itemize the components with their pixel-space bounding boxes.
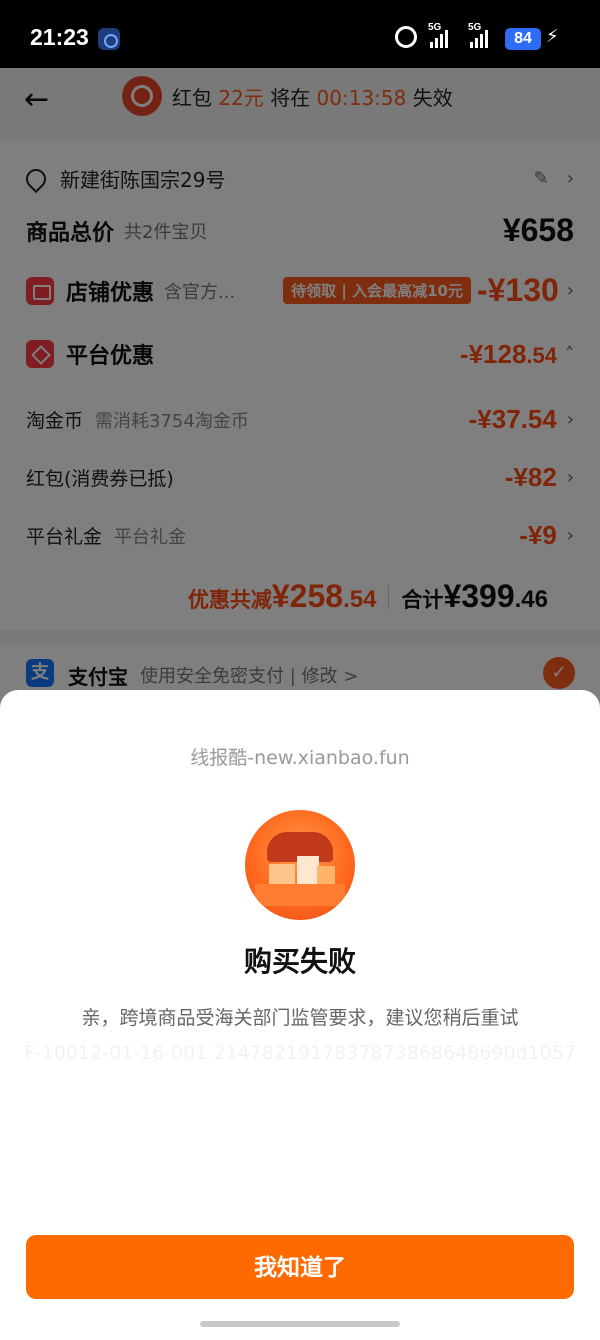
signal-strength-icon: 5G: [428, 22, 448, 48]
purchase-failed-dialog: 线报酷-new.xianbao.fun 购买失败 亲，跨境商品受海关部门监管要求…: [0, 690, 600, 1340]
home-indicator[interactable]: [200, 1321, 400, 1327]
battery-indicator: 84: [505, 28, 541, 50]
signal-strength-icon-2: 5G: [468, 22, 488, 48]
app-notification-icon: [98, 28, 120, 50]
store-illustration-icon: [245, 810, 355, 920]
watermark-text: 线报酷-new.xianbao.fun: [190, 747, 410, 769]
status-time: 21:23: [30, 24, 89, 50]
dialog-message: 亲，跨境商品受海关部门监管要求，建议您稍后重试: [81, 1007, 519, 1029]
status-bar: 21:23 5G 5G 84 ⚡: [0, 0, 600, 68]
error-trace-id: F-10012-01-16-001 2147821917837873868648…: [23, 1042, 577, 1064]
dialog-title: 购买失败: [243, 945, 356, 978]
acknowledge-button[interactable]: 我知道了: [26, 1235, 574, 1299]
charging-icon: ⚡: [546, 26, 559, 47]
alarm-icon: [395, 26, 417, 48]
